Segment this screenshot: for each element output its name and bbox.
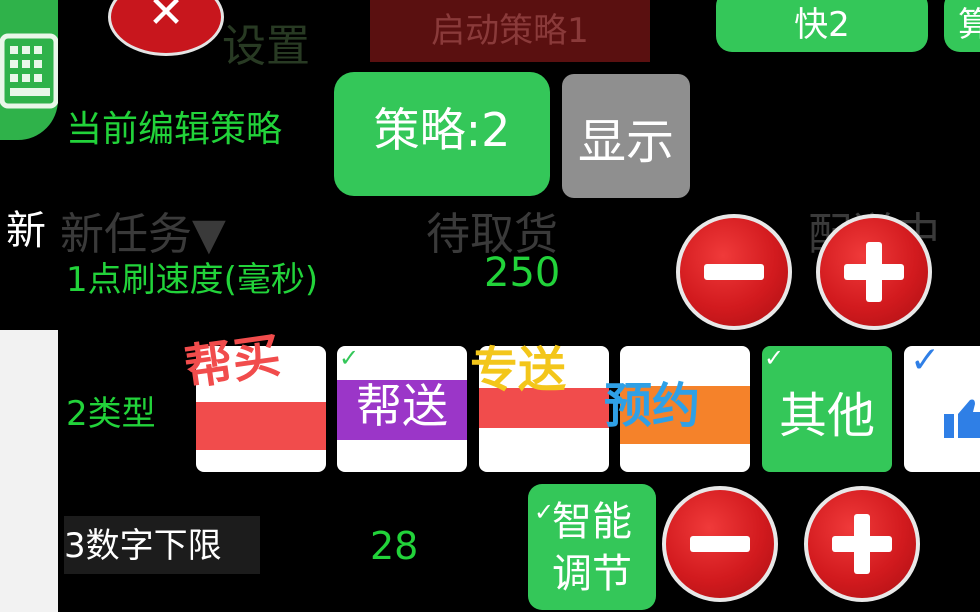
type-reserve-tag: 预约: [604, 378, 701, 434]
refresh-speed-value: 250: [484, 250, 561, 296]
start-strategy-button[interactable]: 启动策略1: [370, 0, 650, 62]
type-other-toggle[interactable]: ✓ 其他: [762, 346, 892, 472]
number-lower-limit-value: 28: [370, 524, 419, 568]
type-like-toggle[interactable]: ✓: [904, 346, 980, 472]
check-icon: ✓: [534, 498, 555, 526]
check-icon: ✓: [764, 346, 785, 372]
show-button[interactable]: 显示: [562, 74, 690, 198]
type-send-toggle[interactable]: ✓ 帮送: [337, 346, 467, 472]
minus-icon: [704, 264, 764, 280]
calc-button[interactable]: 算: [944, 0, 980, 52]
check-icon: ✓: [910, 346, 941, 381]
refresh-speed-label: 1点刷速度(毫秒): [66, 260, 319, 300]
type-special-tag: 专送: [470, 342, 567, 398]
background-settings-text: 设置: [222, 21, 310, 72]
lower-limit-decrease-button[interactable]: [662, 486, 778, 602]
left-content-area: [0, 330, 58, 612]
strategy-select-button[interactable]: 策略:2: [334, 72, 550, 196]
smart-adjust-line2: 调节: [552, 551, 632, 597]
new-tab-partial-label: 新: [6, 208, 46, 254]
order-type-label: 2类型: [66, 394, 156, 434]
minus-icon: [690, 536, 750, 552]
plus-icon-vertical: [854, 514, 870, 574]
check-icon: ✓: [339, 346, 360, 372]
plus-icon-vertical: [866, 242, 882, 302]
type-buy-tag: 帮买: [181, 327, 285, 397]
type-other-label: 其他: [778, 388, 875, 444]
keyboard-icon: [0, 33, 58, 109]
number-lower-limit-label: 3数字下限: [64, 516, 260, 574]
type-buy-band: [196, 402, 326, 450]
smart-adjust-toggle[interactable]: ✓ 智能 调节: [528, 484, 656, 610]
thumbs-up-icon: [944, 399, 980, 438]
close-icon: ✕: [147, 0, 185, 38]
fast-button[interactable]: 快2: [716, 0, 928, 52]
speed-decrease-button[interactable]: [676, 214, 792, 330]
lower-limit-increase-button[interactable]: [804, 486, 920, 602]
close-button[interactable]: ✕: [108, 0, 224, 56]
current-strategy-label: 当前编辑策略: [66, 109, 283, 150]
type-send-label: 帮送: [356, 379, 448, 433]
speed-increase-button[interactable]: [816, 214, 932, 330]
